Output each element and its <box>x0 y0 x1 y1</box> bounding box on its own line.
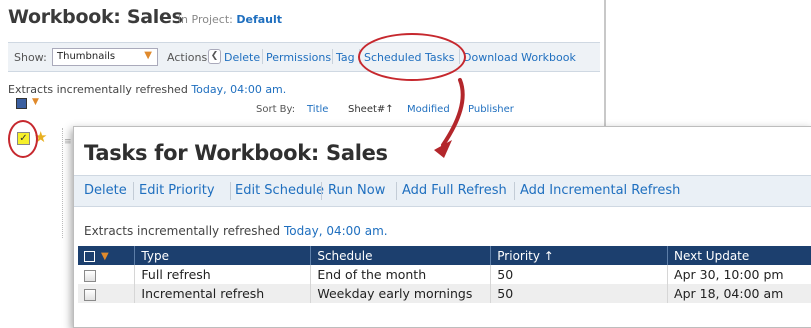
arrow-shaft <box>441 78 465 147</box>
annotation-arrow <box>434 78 465 158</box>
